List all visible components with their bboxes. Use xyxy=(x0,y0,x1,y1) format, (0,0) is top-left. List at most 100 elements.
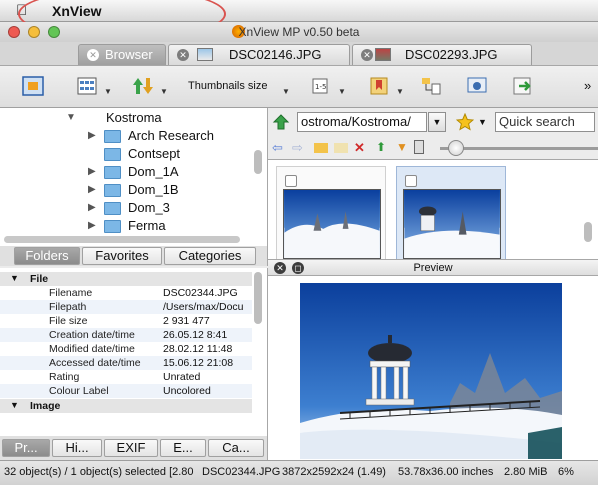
chevron-down-icon[interactable]: ▼ xyxy=(160,87,168,96)
sort-icon[interactable] xyxy=(132,76,154,96)
thumbnail-item-selected[interactable] xyxy=(396,166,506,259)
chevron-down-icon[interactable]: ▼ xyxy=(396,87,404,96)
tab-categories-bottom[interactable]: Ca... xyxy=(208,439,264,457)
chevron-down-icon[interactable]: ▼ xyxy=(338,87,346,96)
toolbar-overflow-icon[interactable]: » xyxy=(584,78,591,93)
tree-item[interactable]: ▶ Arch Research xyxy=(0,128,250,146)
forward-icon[interactable]: ⇨ xyxy=(292,140,306,155)
chevron-down-icon[interactable]: ▼ xyxy=(104,87,112,96)
bookmark-icon[interactable] xyxy=(368,76,390,96)
tab-properties[interactable]: Pr... xyxy=(2,439,50,457)
zoom-slider-handle[interactable] xyxy=(448,140,464,156)
disclosure-open-icon[interactable]: ▼ xyxy=(10,273,19,283)
folder-tree: ▼ Kostroma ▶ Arch Research Contsept ▶ Do… xyxy=(0,108,268,246)
star-icon[interactable] xyxy=(456,113,474,131)
path-input[interactable]: ostroma/Kostroma/ xyxy=(297,112,427,132)
property-row: Filename DSC02344.JPG xyxy=(0,286,252,300)
filter-icon[interactable]: ▼ xyxy=(396,140,410,154)
section-image[interactable]: ▼ Image xyxy=(0,399,252,413)
tree-item[interactable]: Contsept xyxy=(0,146,250,164)
tab-favorites[interactable]: Favorites xyxy=(82,247,162,265)
folder-icon xyxy=(104,202,121,215)
info-tab-bar: Pr... Hi... EXIF E... Ca... xyxy=(0,436,268,460)
tab-histogram[interactable]: Hi... xyxy=(52,439,102,457)
tab-dsc02293[interactable]: ✕ DSC02293.JPG xyxy=(352,44,532,65)
tree-label: Dom_1B xyxy=(128,182,179,197)
folder-icon xyxy=(104,220,121,233)
disclosure-open-icon[interactable]: ▼ xyxy=(66,112,76,123)
close-tab-icon[interactable]: ✕ xyxy=(177,49,189,61)
section-title: File xyxy=(30,273,49,285)
title-bar: XnView MP v0.50 beta xyxy=(0,22,598,42)
batch-convert-icon[interactable]: 1-5 xyxy=(310,76,332,96)
select-checkbox[interactable] xyxy=(405,175,417,187)
tab-exif[interactable]: EXIF xyxy=(104,439,158,457)
back-icon[interactable]: ⇦ xyxy=(272,140,286,155)
fullscreen-icon[interactable] xyxy=(22,76,44,96)
disclosure-closed-icon[interactable]: ▶ xyxy=(88,166,96,177)
section-file[interactable]: ▼ File xyxy=(0,272,252,286)
properties-scrollbar[interactable] xyxy=(254,272,262,324)
quick-search-input[interactable]: Quick search xyxy=(495,112,595,132)
tree-item-root[interactable]: ▼ Kostroma xyxy=(0,110,250,128)
tab-dsc02146[interactable]: ✕ DSC02146.JPG xyxy=(168,44,350,65)
tree-item[interactable]: ▶ Ferma xyxy=(0,218,250,236)
disclosure-closed-icon[interactable]: ▶ xyxy=(88,220,96,231)
folder-icon xyxy=(104,148,121,161)
property-value: Unrated xyxy=(163,371,201,383)
disclosure-open-icon[interactable]: ▼ xyxy=(10,400,19,410)
property-value: 15.06.12 21:08 xyxy=(163,357,234,369)
tree-item[interactable]: ▶ Dom_3 xyxy=(0,200,250,218)
close-tab-icon[interactable]: ✕ xyxy=(361,49,373,61)
property-value: /Users/max/Docu xyxy=(163,301,244,313)
thumbnails-size-label[interactable]: Thumbnails size xyxy=(188,80,267,92)
disclosure-closed-icon[interactable]: ▶ xyxy=(88,184,96,195)
select-checkbox[interactable] xyxy=(285,175,297,187)
chevron-down-icon[interactable]: ▼ xyxy=(478,117,487,127)
status-file-size: 2.80 MiB xyxy=(504,466,548,478)
toolbar: ▼ ▼ Thumbnails size ▼ 1-5 ▼ ▼ » xyxy=(0,66,598,108)
refresh-icon[interactable]: ⬆ xyxy=(376,140,390,154)
view-mode-icon[interactable] xyxy=(76,76,98,96)
property-key: File size xyxy=(49,315,88,327)
property-key: Filepath xyxy=(49,301,87,313)
status-dimensions: 3872x2592x24 (1.49) xyxy=(282,466,386,478)
tab-bar: ✕ Browser ✕ DSC02146.JPG ✕ DSC02293.JPG xyxy=(0,42,598,66)
delete-icon[interactable]: ✕ xyxy=(354,140,368,155)
thumbnail-item[interactable] xyxy=(276,166,386,259)
close-tab-icon[interactable]: ✕ xyxy=(87,49,99,61)
capture-icon[interactable] xyxy=(466,76,488,96)
tab-extra[interactable]: E... xyxy=(160,439,206,457)
window-title: XnView MP v0.50 beta xyxy=(238,25,360,39)
chevron-down-icon[interactable]: ▼ xyxy=(282,87,290,96)
go-up-icon[interactable] xyxy=(272,113,290,131)
property-row: Modified date/time 28.02.12 11:48 xyxy=(0,342,252,356)
rename-icon[interactable] xyxy=(334,143,348,153)
folder-compare-icon[interactable] xyxy=(420,76,442,96)
chevron-down-icon[interactable]: ▼ xyxy=(428,112,446,132)
tree-scrollbar[interactable] xyxy=(254,150,262,174)
tab-browser[interactable]: ✕ Browser xyxy=(78,44,166,65)
tree-item[interactable]: ▶ Dom_1A xyxy=(0,164,250,182)
preview-image xyxy=(300,283,562,459)
property-value: 26.05.12 8:41 xyxy=(163,329,228,341)
tree-horizontal-scrollbar[interactable] xyxy=(4,236,240,243)
tree-item[interactable]: ▶ Dom_1B xyxy=(0,182,250,200)
property-key: Filename xyxy=(49,287,93,299)
tab-categories[interactable]: Categories xyxy=(164,247,256,265)
property-row: Accessed date/time 15.06.12 21:08 xyxy=(0,356,252,370)
export-icon[interactable] xyxy=(512,76,534,96)
property-value: DSC02344.JPG xyxy=(163,287,238,299)
status-zoom: 6% xyxy=(558,466,574,478)
disclosure-closed-icon[interactable]: ▶ xyxy=(88,202,96,213)
thumbnail-grid xyxy=(268,160,598,260)
tree-label: Dom_1A xyxy=(128,164,179,179)
tree-label: Arch Research xyxy=(128,128,214,143)
disclosure-closed-icon[interactable]: ▶ xyxy=(88,130,96,141)
thumbnail-scrollbar[interactable] xyxy=(584,222,592,242)
folder-icon[interactable] xyxy=(314,143,328,153)
property-value: 2 931 477 xyxy=(163,315,210,327)
sort-order-icon[interactable] xyxy=(414,140,424,154)
tab-folders[interactable]: Folders xyxy=(14,247,80,265)
property-row: Filepath/Users/max/Docu xyxy=(0,300,252,314)
